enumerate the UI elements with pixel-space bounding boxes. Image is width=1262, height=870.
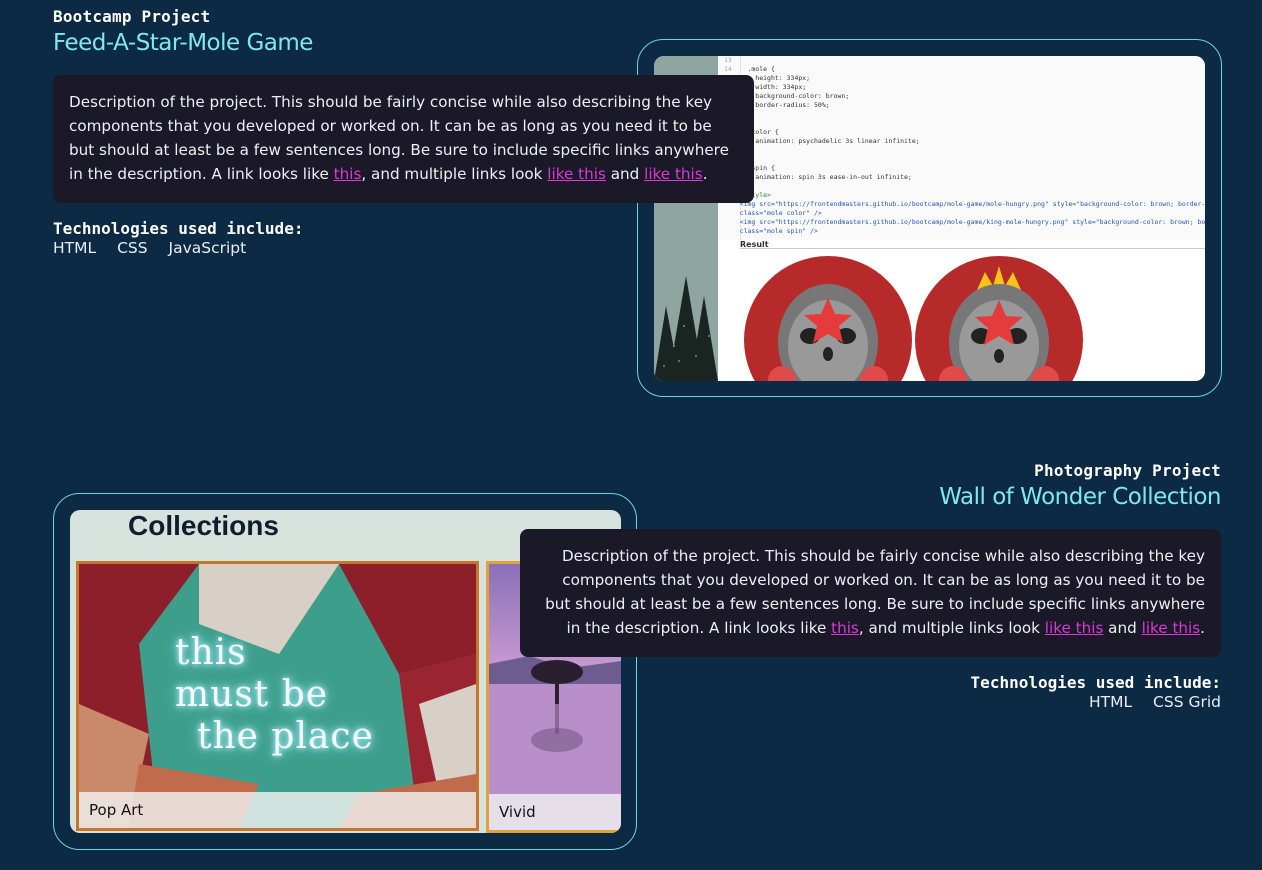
technology-item: HTML	[1088, 693, 1133, 711]
code-line: 14 .mole {	[724, 65, 775, 73]
technologies-heading: Technologies used include:	[53, 219, 304, 238]
project-kicker: Bootcamp Project	[53, 7, 211, 26]
code-editor: 13 14 .mole { height: 334px; width: 334p…	[724, 56, 1205, 236]
code-line: .color {	[739, 128, 779, 136]
description-link[interactable]: like this	[1045, 619, 1104, 637]
description-link[interactable]: this	[334, 165, 362, 183]
card-label: Vivid	[489, 794, 621, 830]
code-line: border-radius: 50%;	[739, 101, 830, 109]
description-link[interactable]: this	[831, 619, 859, 637]
technology-item: CSS	[117, 239, 148, 257]
neon-text: this must be the place	[175, 632, 374, 757]
technologies-section: Technologies used include: HTML CSS Java…	[53, 219, 303, 257]
technology-item: HTML	[53, 239, 97, 257]
project-description: Description of the project. This should …	[520, 529, 1221, 657]
code-line: <img src="https://frontendmasters.github…	[739, 200, 1205, 208]
project-kicker: Photography Project	[1034, 461, 1221, 480]
mole-image	[744, 256, 912, 381]
code-line: }	[724, 110, 1205, 119]
description-link[interactable]: like this	[547, 165, 606, 183]
project-description: Description of the project. This should …	[53, 75, 754, 203]
code-line: }	[724, 146, 1205, 155]
code-line: height: 334px;	[739, 74, 811, 82]
code-line: background-color: brown;	[739, 92, 850, 100]
technologies-heading: Technologies used include:	[970, 673, 1221, 692]
collections-heading: Collections	[128, 510, 279, 541]
technologies-section: Technologies used include: HTML CSS Grid	[971, 673, 1221, 711]
description-link[interactable]: like this	[644, 165, 703, 183]
code-line: animation: spin 3s ease-in-out infinite;	[739, 173, 912, 181]
code-line: animation: psychadelic 3s linear infinit…	[739, 137, 920, 145]
technology-item: CSS Grid	[1153, 693, 1221, 711]
description-link[interactable]: like this	[1142, 619, 1201, 637]
code-line: <img src="https://frontendmasters.github…	[739, 218, 1205, 226]
king-mole-image	[915, 256, 1083, 381]
code-line: .spin {	[739, 164, 775, 172]
code-line: }	[724, 182, 1205, 191]
code-line: </style>	[739, 191, 771, 199]
card-label: Pop Art	[79, 792, 476, 828]
project-header: Bootcamp Project Feed-A-Star-Mole Game	[53, 7, 313, 56]
code-line: 13	[724, 56, 740, 64]
technologies-list: HTML CSS Grid	[971, 693, 1221, 711]
project-title: Wall of Wonder Collection	[939, 484, 1221, 510]
project-title: Feed-A-Star-Mole Game	[53, 30, 313, 56]
project-header: Photography Project Wall of Wonder Colle…	[939, 461, 1221, 510]
collection-card[interactable]: this must be the place Pop Art	[76, 561, 479, 831]
code-line: width: 334px;	[739, 83, 807, 91]
code-line: class="mole color" />	[739, 209, 822, 217]
code-line: class="mole spin" />	[739, 227, 818, 235]
technology-item: JavaScript	[168, 239, 247, 257]
technologies-list: HTML CSS JavaScript	[53, 239, 303, 257]
